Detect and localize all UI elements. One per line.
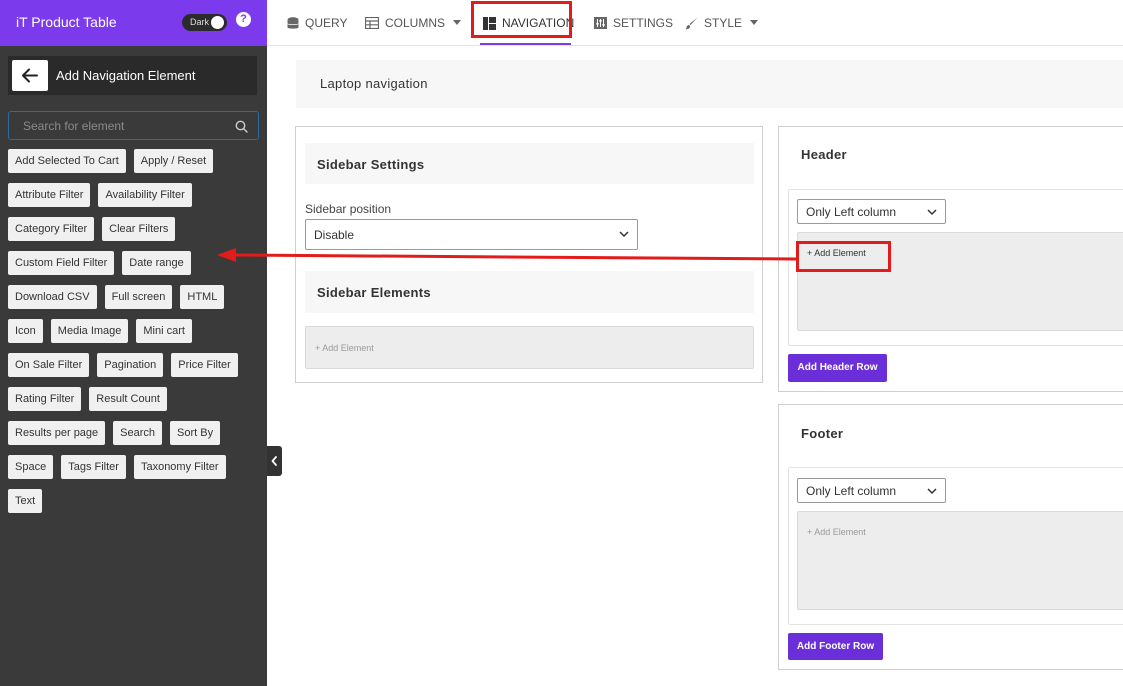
element-chip[interactable]: Add Selected To Cart bbox=[8, 149, 126, 173]
sidebar-position-value: Disable bbox=[314, 228, 355, 242]
sidebar-elements-title: Sidebar Elements bbox=[317, 285, 431, 300]
element-chip[interactable]: Icon bbox=[8, 319, 43, 343]
element-chip-row: Rating Filter Result Count bbox=[8, 387, 259, 411]
caret-down-icon bbox=[750, 20, 759, 25]
sidebar-settings-title: Sidebar Settings bbox=[317, 157, 425, 172]
element-search bbox=[8, 111, 259, 140]
element-chip-row: Icon Media Image Mini cart bbox=[8, 319, 259, 343]
element-chip[interactable]: Pagination bbox=[97, 353, 164, 377]
element-chip[interactable]: Date range bbox=[122, 251, 191, 275]
tab-label: SETTINGS bbox=[613, 16, 674, 30]
sidebar-position-select[interactable]: Disable bbox=[305, 219, 638, 250]
footer-column-value: Only Left column bbox=[806, 484, 897, 498]
element-chip[interactable]: Availability Filter bbox=[98, 183, 192, 207]
tab-query[interactable]: QUERY bbox=[287, 0, 347, 46]
add-footer-row-button[interactable]: Add Footer Row bbox=[788, 633, 883, 660]
arrow-left-icon bbox=[22, 68, 38, 83]
element-chip[interactable]: On Sale Filter bbox=[8, 353, 90, 377]
add-navigation-title: Add Navigation Element bbox=[56, 68, 196, 83]
element-chip[interactable]: Result Count bbox=[89, 387, 167, 411]
element-chip[interactable]: Taxonomy Filter bbox=[133, 455, 226, 479]
tab-label: STYLE bbox=[704, 16, 743, 30]
chevron-down-icon bbox=[927, 488, 937, 495]
tab-columns[interactable]: COLUMNS bbox=[365, 0, 462, 46]
element-chip[interactable]: Results per page bbox=[8, 421, 106, 445]
laptop-navigation-title: Laptop navigation bbox=[320, 76, 428, 91]
help-icon[interactable]: ? bbox=[236, 12, 251, 27]
dark-mode-label: Dark bbox=[190, 17, 210, 27]
sidebar-add-element[interactable]: + Add Element bbox=[315, 343, 374, 353]
element-list: Add Selected To Cart Apply / Reset Attribu… bbox=[8, 149, 259, 523]
header-title: Header bbox=[801, 147, 847, 162]
chevron-left-icon bbox=[271, 456, 277, 466]
element-chip[interactable]: HTML bbox=[180, 285, 225, 309]
element-chip-row: Add Selected To Cart Apply / Reset bbox=[8, 149, 259, 173]
footer-column-select[interactable]: Only Left column bbox=[797, 478, 946, 503]
sidebar-settings-header: Sidebar Settings bbox=[305, 143, 754, 184]
element-chip-row: Download CSV Full screen HTML bbox=[8, 285, 259, 309]
table-icon bbox=[365, 17, 379, 29]
element-sidebar: iT Product Table Dark ? Add Navigation E… bbox=[0, 0, 267, 686]
element-chip[interactable]: Download CSV bbox=[8, 285, 97, 309]
app-root: iT Product Table Dark ? Add Navigation E… bbox=[0, 0, 1123, 686]
caret-down-icon bbox=[453, 20, 462, 25]
header-column-value: Only Left column bbox=[806, 205, 897, 219]
sidebar-header: iT Product Table Dark ? bbox=[0, 0, 267, 46]
element-chip[interactable]: Custom Field Filter bbox=[8, 251, 115, 275]
brush-icon bbox=[685, 17, 698, 30]
element-chip[interactable]: Tags Filter bbox=[61, 455, 126, 479]
chevron-down-icon bbox=[619, 231, 629, 238]
tab-label: QUERY bbox=[305, 16, 348, 30]
app-title: iT Product Table bbox=[16, 14, 117, 30]
element-chip-row: Custom Field Filter Date range bbox=[8, 251, 259, 275]
element-chip-row: Category Filter Clear Filters bbox=[8, 217, 259, 241]
header-column-select[interactable]: Only Left column bbox=[797, 199, 946, 224]
element-chip[interactable]: Full screen bbox=[104, 285, 173, 309]
tab-style[interactable]: STYLE bbox=[685, 0, 759, 46]
database-icon bbox=[287, 16, 299, 30]
dark-mode-toggle[interactable]: Dark bbox=[182, 14, 227, 31]
sidebar-elements-header: Sidebar Elements bbox=[305, 271, 754, 313]
sidebar-position-label: Sidebar position bbox=[305, 202, 392, 216]
element-chip[interactable]: Space bbox=[8, 455, 54, 479]
element-chip[interactable]: Mini cart bbox=[136, 319, 192, 343]
top-tabs: QUERY COLUMNS NAVIGATION SETTINGS STYLE bbox=[267, 0, 1123, 46]
element-chip[interactable]: Category Filter bbox=[8, 217, 95, 241]
element-chip[interactable]: Text bbox=[8, 489, 43, 513]
add-navigation-header: Add Navigation Element bbox=[8, 56, 257, 95]
search-icon[interactable] bbox=[235, 120, 248, 133]
element-chip[interactable]: Clear Filters bbox=[102, 217, 176, 241]
element-chip[interactable]: Apply / Reset bbox=[133, 149, 214, 173]
element-chip-row: Attribute Filter Availability Filter bbox=[8, 183, 259, 207]
element-chip-row: On Sale Filter Pagination Price Filter bbox=[8, 353, 259, 377]
laptop-navigation-bar: Laptop navigation bbox=[296, 60, 1123, 108]
element-chip[interactable]: Price Filter bbox=[171, 353, 238, 377]
search-input[interactable] bbox=[9, 112, 229, 139]
element-chip-row: Results per page Search Sort By bbox=[8, 421, 259, 445]
footer-add-element[interactable]: + Add Element bbox=[807, 527, 866, 537]
element-chip[interactable]: Rating Filter bbox=[8, 387, 82, 411]
collapse-sidebar-button[interactable] bbox=[267, 446, 282, 476]
element-chip-row: Space Tags Filter Taxonomy Filter bbox=[8, 455, 259, 479]
footer-title: Footer bbox=[801, 426, 844, 441]
back-button[interactable] bbox=[12, 60, 48, 91]
element-chip-row: Text bbox=[8, 489, 259, 513]
add-header-row-button[interactable]: Add Header Row bbox=[788, 354, 887, 382]
chevron-down-icon bbox=[927, 209, 937, 216]
add-element-highlight bbox=[796, 241, 891, 272]
tab-label: COLUMNS bbox=[385, 16, 446, 30]
sidebar-elements-dropzone[interactable]: + Add Element bbox=[305, 326, 754, 369]
element-chip[interactable]: Media Image bbox=[50, 319, 129, 343]
active-tab-indicator bbox=[480, 43, 571, 45]
element-chip[interactable]: Sort By bbox=[170, 421, 221, 445]
navigation-tab-highlight bbox=[471, 1, 572, 38]
toggle-knob bbox=[211, 16, 224, 29]
footer-dropzone[interactable]: + Add Element bbox=[797, 511, 1123, 610]
tab-settings[interactable]: SETTINGS bbox=[594, 0, 673, 46]
sliders-icon bbox=[594, 17, 607, 29]
element-chip[interactable]: Attribute Filter bbox=[8, 183, 91, 207]
element-chip[interactable]: Search bbox=[113, 421, 163, 445]
